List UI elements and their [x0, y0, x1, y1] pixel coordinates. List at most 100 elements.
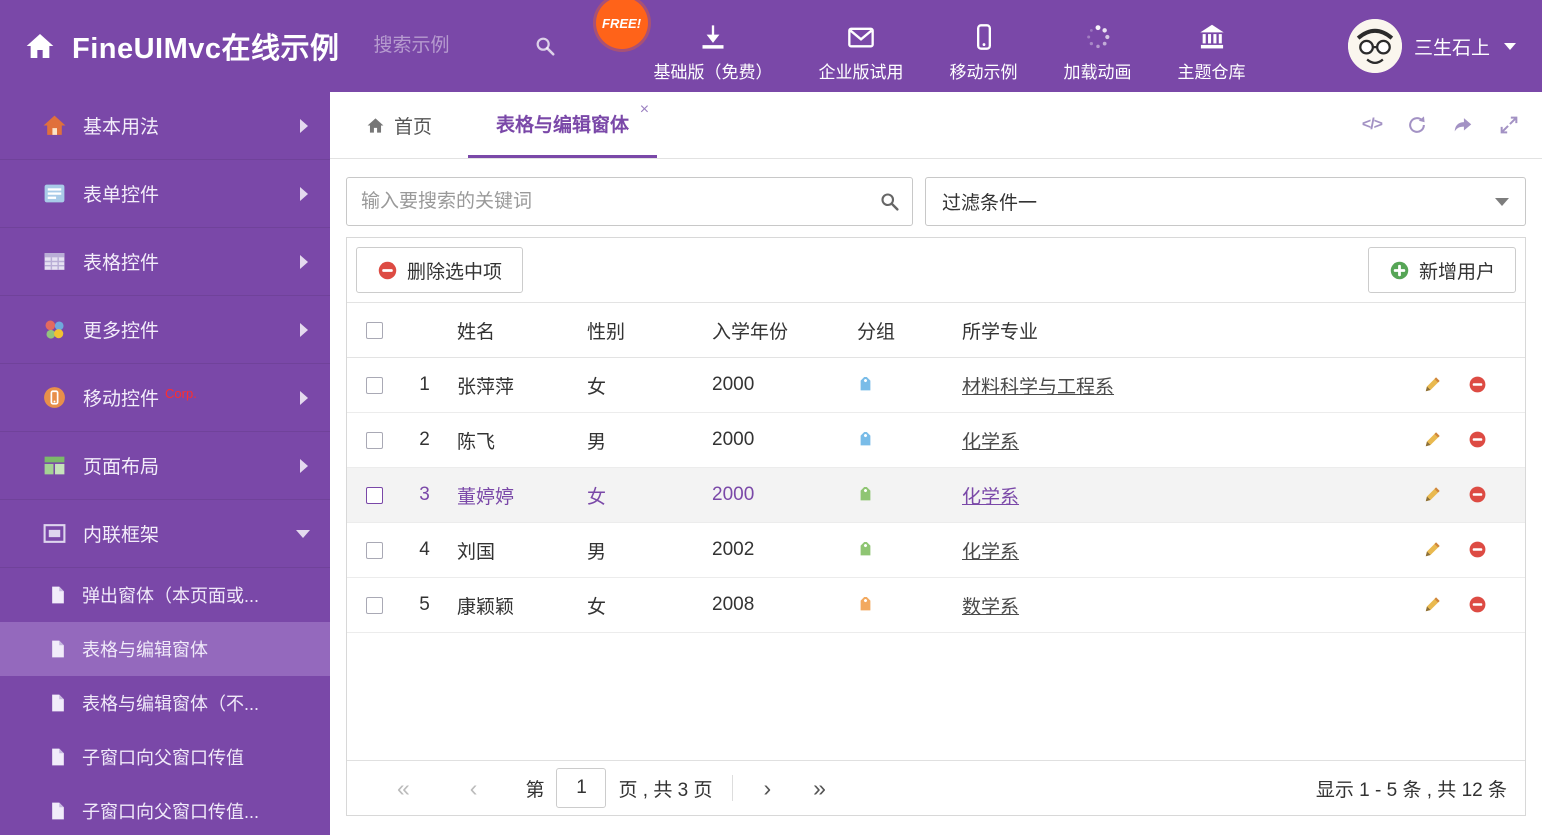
major-link[interactable]: 化学系 [962, 487, 1019, 508]
file-icon [48, 585, 68, 605]
column-header-group[interactable]: 分组 [847, 317, 952, 344]
tab-grid-edit-window[interactable]: 表格与编辑窗体 × [468, 92, 658, 158]
brand[interactable]: FineUIMvc在线示例 [0, 25, 340, 67]
delete-selected-button[interactable]: 删除选中项 [356, 247, 524, 293]
home-icon [366, 116, 385, 135]
delete-row-icon[interactable] [1468, 375, 1487, 396]
close-icon[interactable]: × [640, 102, 649, 118]
tab-label: 表格与编辑窗体 [496, 115, 630, 136]
column-header-year[interactable]: 入学年份 [702, 317, 847, 344]
user-menu[interactable]: 三生石上 [1347, 19, 1516, 73]
pagination-bar: « ‹ 第 页 , 共 3 页 › » 显示 1 - 5 条 , 共 12 条 [347, 760, 1525, 815]
last-page-button[interactable]: » [803, 776, 836, 800]
cell-gender: 女 [587, 486, 607, 508]
download-icon [699, 23, 727, 51]
row-checkbox[interactable] [366, 541, 383, 559]
search-icon[interactable] [534, 35, 556, 57]
tab-home[interactable]: 首页 [348, 92, 450, 158]
row-index: 2 [419, 429, 430, 450]
sidebar-item-mobile-controls[interactable]: 移动控件 Corp. [0, 364, 330, 432]
row-checkbox[interactable] [366, 596, 383, 614]
sidebar-item-iframe[interactable]: 内联框架 [0, 500, 330, 568]
free-badge: FREE! [595, 0, 648, 49]
table-row[interactable]: 2 陈飞 男 2000 化学系 [347, 413, 1525, 468]
delete-row-icon[interactable] [1468, 430, 1487, 451]
nav-label: 企业版试用 [818, 63, 904, 82]
nav-mobile-demo[interactable]: 移动示例 [950, 9, 1018, 83]
nav-basic-free[interactable]: FREE! 基础版（免费） [595, 0, 773, 83]
row-checkbox[interactable] [366, 486, 383, 504]
major-link[interactable]: 化学系 [962, 432, 1019, 453]
chevron-down-icon [1504, 42, 1516, 50]
tag-icon [860, 596, 871, 610]
tag-icon [860, 431, 871, 445]
file-icon [48, 801, 68, 821]
prev-page-button[interactable]: ‹ [460, 776, 488, 800]
major-link[interactable]: 材料科学与工程系 [962, 377, 1114, 398]
source-code-icon[interactable]: </> [1362, 114, 1383, 136]
row-index: 1 [419, 374, 430, 395]
column-header-gender[interactable]: 性别 [577, 317, 702, 344]
cell-year: 2008 [712, 594, 755, 615]
tag-icon [860, 376, 871, 390]
expand-icon[interactable] [1498, 114, 1520, 136]
page-suffix: 页 , 共 3 页 [618, 779, 713, 801]
table-row[interactable]: 1 张萍萍 女 2000 材料科学与工程系 [347, 358, 1525, 413]
edit-icon[interactable] [1423, 540, 1442, 561]
sidebar-subitem-popup-window[interactable]: 弹出窗体（本页面或... [0, 568, 330, 622]
row-index: 5 [419, 594, 430, 615]
home-icon[interactable] [24, 30, 56, 62]
edit-icon[interactable] [1423, 430, 1442, 451]
column-header-major[interactable]: 所学专业 [952, 317, 1413, 344]
table-row[interactable]: 4 刘国 男 2002 化学系 [347, 523, 1525, 578]
column-header-name[interactable]: 姓名 [447, 317, 577, 344]
edit-icon[interactable] [1423, 595, 1442, 616]
grid-toolbar: 删除选中项 新增用户 [347, 238, 1525, 302]
chevron-right-icon [300, 458, 308, 473]
bank-icon [1198, 23, 1226, 51]
filter-dropdown[interactable]: 过滤条件一 [925, 177, 1526, 226]
page-number-input[interactable] [556, 768, 607, 808]
cell-name: 康颖颖 [457, 596, 515, 618]
spinner-icon [1084, 23, 1112, 51]
forward-icon[interactable] [1452, 114, 1474, 136]
row-checkbox[interactable] [366, 376, 383, 394]
edit-icon[interactable] [1423, 375, 1442, 396]
sidebar-item-form-controls[interactable]: 表单控件 [0, 160, 330, 228]
select-all-checkbox[interactable] [366, 321, 383, 339]
delete-row-icon[interactable] [1468, 485, 1487, 506]
frame-icon [42, 521, 67, 546]
row-checkbox[interactable] [366, 431, 383, 449]
sidebar-item-grid-controls[interactable]: 表格控件 [0, 228, 330, 296]
chevron-right-icon [300, 390, 308, 405]
edit-icon[interactable] [1423, 485, 1442, 506]
nav-theme-repo[interactable]: 主题仓库 [1178, 9, 1246, 83]
pager-divider [732, 775, 734, 801]
sidebar-subitem-grid-edit-window-2[interactable]: 表格与编辑窗体（不... [0, 676, 330, 730]
keyword-search-input[interactable] [346, 177, 913, 226]
delete-row-icon[interactable] [1468, 540, 1487, 561]
table-row[interactable]: 5 康颖颖 女 2008 数学系 [347, 578, 1525, 633]
sidebar-item-page-layout[interactable]: 页面布局 [0, 432, 330, 500]
major-link[interactable]: 数学系 [962, 597, 1019, 618]
mobile-circle-icon [42, 385, 67, 410]
first-page-button[interactable]: « [387, 776, 420, 800]
major-link[interactable]: 化学系 [962, 542, 1019, 563]
sidebar-subitem-child-to-parent-2[interactable]: 子窗口向父窗口传值... [0, 784, 330, 835]
next-page-button[interactable]: › [753, 776, 781, 800]
sidebar-item-basic-usage[interactable]: 基本用法 [0, 92, 330, 160]
nav-loading-anim[interactable]: 加载动画 [1064, 9, 1132, 83]
refresh-icon[interactable] [1406, 114, 1428, 136]
house-icon [42, 113, 67, 138]
sidebar-subitem-grid-edit-window[interactable]: 表格与编辑窗体 [0, 622, 330, 676]
nav-enterprise-trial[interactable]: 企业版试用 [819, 9, 904, 83]
delete-row-icon[interactable] [1468, 595, 1487, 616]
sidebar: 基本用法 表单控件 表格控件 更多控件 移动控件 Corp. 页面布局 内联框架… [0, 92, 330, 835]
search-icon[interactable] [879, 191, 900, 212]
header-search-input[interactable] [373, 35, 534, 57]
table-row-selected[interactable]: 3 董婷婷 女 2000 化学系 [347, 468, 1525, 523]
sidebar-item-more-controls[interactable]: 更多控件 [0, 296, 330, 364]
add-user-button[interactable]: 新增用户 [1367, 247, 1516, 293]
sidebar-subitem-child-to-parent[interactable]: 子窗口向父窗口传值 [0, 730, 330, 784]
chevron-down-icon [1495, 197, 1509, 206]
